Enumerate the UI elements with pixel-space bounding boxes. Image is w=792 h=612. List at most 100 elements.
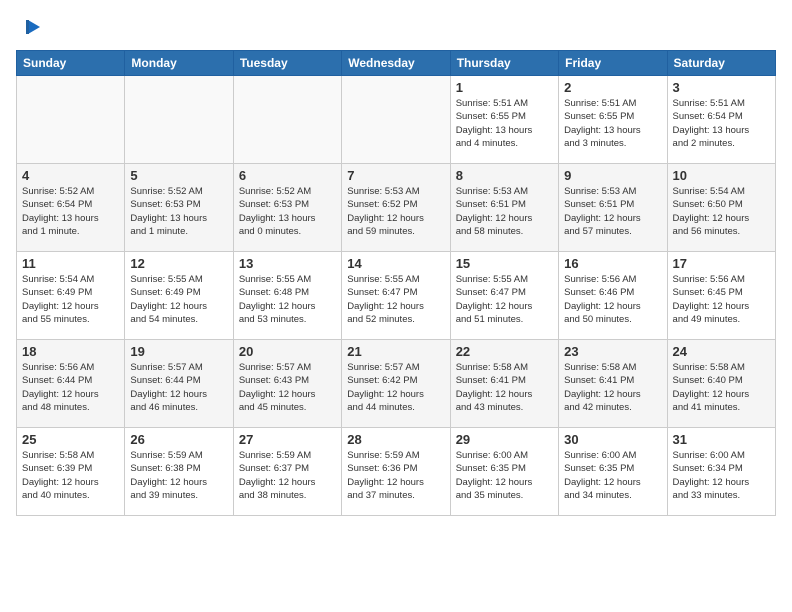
calendar-cell: 12 Sunrise: 5:55 AM Sunset: 6:49 PM Dayli…	[125, 252, 233, 340]
day-info: Sunrise: 5:56 AM Sunset: 6:45 PM Dayligh…	[673, 273, 770, 326]
day-number: 24	[673, 344, 770, 359]
calendar-cell: 19 Sunrise: 5:57 AM Sunset: 6:44 PM Dayli…	[125, 340, 233, 428]
day-number: 3	[673, 80, 770, 95]
day-number: 5	[130, 168, 227, 183]
day-number: 31	[673, 432, 770, 447]
day-number: 18	[22, 344, 119, 359]
day-number: 15	[456, 256, 553, 271]
day-number: 23	[564, 344, 661, 359]
day-info: Sunrise: 5:57 AM Sunset: 6:44 PM Dayligh…	[130, 361, 227, 414]
day-info: Sunrise: 5:51 AM Sunset: 6:55 PM Dayligh…	[564, 97, 661, 150]
calendar-cell	[125, 76, 233, 164]
day-info: Sunrise: 5:51 AM Sunset: 6:54 PM Dayligh…	[673, 97, 770, 150]
calendar-week-row: 11 Sunrise: 5:54 AM Sunset: 6:49 PM Dayli…	[17, 252, 776, 340]
day-header-monday: Monday	[125, 51, 233, 76]
calendar-cell: 30 Sunrise: 6:00 AM Sunset: 6:35 PM Dayli…	[559, 428, 667, 516]
calendar-cell: 4Sunrise: 5:52 AM Sunset: 6:54 PM Daylig…	[17, 164, 125, 252]
day-info: Sunrise: 5:58 AM Sunset: 6:40 PM Dayligh…	[673, 361, 770, 414]
calendar-week-row: 25Sunrise: 5:58 AM Sunset: 6:39 PM Dayli…	[17, 428, 776, 516]
day-info: Sunrise: 5:52 AM Sunset: 6:53 PM Dayligh…	[239, 185, 336, 238]
day-info: Sunrise: 5:53 AM Sunset: 6:51 PM Dayligh…	[456, 185, 553, 238]
day-number: 8	[456, 168, 553, 183]
day-info: Sunrise: 5:59 AM Sunset: 6:36 PM Dayligh…	[347, 449, 444, 502]
calendar-cell	[342, 76, 450, 164]
calendar-cell: 15 Sunrise: 5:55 AM Sunset: 6:47 PM Dayli…	[450, 252, 558, 340]
page-header	[16, 16, 776, 38]
calendar-cell: 3 Sunrise: 5:51 AM Sunset: 6:54 PM Daylig…	[667, 76, 775, 164]
calendar-cell: 10Sunrise: 5:54 AM Sunset: 6:50 PM Dayli…	[667, 164, 775, 252]
calendar-table: SundayMondayTuesdayWednesdayThursdayFrid…	[16, 50, 776, 516]
day-number: 27	[239, 432, 336, 447]
day-number: 4	[22, 168, 119, 183]
day-info: Sunrise: 5:55 AM Sunset: 6:49 PM Dayligh…	[130, 273, 227, 326]
calendar-cell: 8 Sunrise: 5:53 AM Sunset: 6:51 PM Daylig…	[450, 164, 558, 252]
day-header-friday: Friday	[559, 51, 667, 76]
day-number: 16	[564, 256, 661, 271]
day-number: 19	[130, 344, 227, 359]
day-header-tuesday: Tuesday	[233, 51, 341, 76]
day-info: Sunrise: 5:57 AM Sunset: 6:42 PM Dayligh…	[347, 361, 444, 414]
day-number: 2	[564, 80, 661, 95]
day-info: Sunrise: 5:59 AM Sunset: 6:38 PM Dayligh…	[130, 449, 227, 502]
calendar-cell: 24 Sunrise: 5:58 AM Sunset: 6:40 PM Dayli…	[667, 340, 775, 428]
day-number: 10	[673, 168, 770, 183]
calendar-cell: 2 Sunrise: 5:51 AM Sunset: 6:55 PM Daylig…	[559, 76, 667, 164]
day-info: Sunrise: 5:56 AM Sunset: 6:46 PM Dayligh…	[564, 273, 661, 326]
day-number: 12	[130, 256, 227, 271]
calendar-cell: 11 Sunrise: 5:54 AM Sunset: 6:49 PM Dayli…	[17, 252, 125, 340]
calendar-cell: 25Sunrise: 5:58 AM Sunset: 6:39 PM Dayli…	[17, 428, 125, 516]
day-info: Sunrise: 6:00 AM Sunset: 6:35 PM Dayligh…	[456, 449, 553, 502]
day-number: 26	[130, 432, 227, 447]
calendar-cell	[233, 76, 341, 164]
day-header-saturday: Saturday	[667, 51, 775, 76]
day-info: Sunrise: 5:52 AM Sunset: 6:53 PM Dayligh…	[130, 185, 227, 238]
calendar-cell: 23 Sunrise: 5:58 AM Sunset: 6:41 PM Dayli…	[559, 340, 667, 428]
calendar-cell: 27 Sunrise: 5:59 AM Sunset: 6:37 PM Dayli…	[233, 428, 341, 516]
calendar-cell	[17, 76, 125, 164]
calendar-week-row: 1 Sunrise: 5:51 AM Sunset: 6:55 PM Daylig…	[17, 76, 776, 164]
calendar-cell: 1 Sunrise: 5:51 AM Sunset: 6:55 PM Daylig…	[450, 76, 558, 164]
day-number: 30	[564, 432, 661, 447]
calendar-cell: 13Sunrise: 5:55 AM Sunset: 6:48 PM Dayli…	[233, 252, 341, 340]
calendar-cell: 18 Sunrise: 5:56 AM Sunset: 6:44 PM Dayli…	[17, 340, 125, 428]
logo	[16, 16, 42, 38]
calendar-header-row: SundayMondayTuesdayWednesdayThursdayFrid…	[17, 51, 776, 76]
calendar-cell: 17 Sunrise: 5:56 AM Sunset: 6:45 PM Dayli…	[667, 252, 775, 340]
day-info: Sunrise: 5:59 AM Sunset: 6:37 PM Dayligh…	[239, 449, 336, 502]
day-info: Sunrise: 5:55 AM Sunset: 6:47 PM Dayligh…	[456, 273, 553, 326]
day-info: Sunrise: 5:56 AM Sunset: 6:44 PM Dayligh…	[22, 361, 119, 414]
calendar-cell: 16 Sunrise: 5:56 AM Sunset: 6:46 PM Dayli…	[559, 252, 667, 340]
day-info: Sunrise: 5:58 AM Sunset: 6:39 PM Dayligh…	[22, 449, 119, 502]
calendar-cell: 5 Sunrise: 5:52 AM Sunset: 6:53 PM Daylig…	[125, 164, 233, 252]
day-info: Sunrise: 5:58 AM Sunset: 6:41 PM Dayligh…	[456, 361, 553, 414]
calendar-week-row: 4Sunrise: 5:52 AM Sunset: 6:54 PM Daylig…	[17, 164, 776, 252]
day-header-thursday: Thursday	[450, 51, 558, 76]
calendar-week-row: 18 Sunrise: 5:56 AM Sunset: 6:44 PM Dayli…	[17, 340, 776, 428]
day-number: 7	[347, 168, 444, 183]
day-number: 14	[347, 256, 444, 271]
day-number: 22	[456, 344, 553, 359]
calendar-cell: 31 Sunrise: 6:00 AM Sunset: 6:34 PM Dayli…	[667, 428, 775, 516]
day-number: 11	[22, 256, 119, 271]
calendar-cell: 7 Sunrise: 5:53 AM Sunset: 6:52 PM Daylig…	[342, 164, 450, 252]
calendar-cell: 14 Sunrise: 5:55 AM Sunset: 6:47 PM Dayli…	[342, 252, 450, 340]
calendar-cell: 26 Sunrise: 5:59 AM Sunset: 6:38 PM Dayli…	[125, 428, 233, 516]
day-info: Sunrise: 5:55 AM Sunset: 6:48 PM Dayligh…	[239, 273, 336, 326]
calendar-cell: 21Sunrise: 5:57 AM Sunset: 6:42 PM Dayli…	[342, 340, 450, 428]
day-number: 1	[456, 80, 553, 95]
day-info: Sunrise: 5:54 AM Sunset: 6:49 PM Dayligh…	[22, 273, 119, 326]
day-info: Sunrise: 5:53 AM Sunset: 6:52 PM Dayligh…	[347, 185, 444, 238]
day-number: 20	[239, 344, 336, 359]
day-number: 17	[673, 256, 770, 271]
day-info: Sunrise: 6:00 AM Sunset: 6:34 PM Dayligh…	[673, 449, 770, 502]
day-info: Sunrise: 5:55 AM Sunset: 6:47 PM Dayligh…	[347, 273, 444, 326]
day-info: Sunrise: 5:51 AM Sunset: 6:55 PM Dayligh…	[456, 97, 553, 150]
day-info: Sunrise: 5:53 AM Sunset: 6:51 PM Dayligh…	[564, 185, 661, 238]
day-info: Sunrise: 6:00 AM Sunset: 6:35 PM Dayligh…	[564, 449, 661, 502]
day-number: 9	[564, 168, 661, 183]
logo-icon	[20, 16, 42, 38]
day-header-wednesday: Wednesday	[342, 51, 450, 76]
day-header-sunday: Sunday	[17, 51, 125, 76]
day-info: Sunrise: 5:58 AM Sunset: 6:41 PM Dayligh…	[564, 361, 661, 414]
calendar-cell: 28Sunrise: 5:59 AM Sunset: 6:36 PM Dayli…	[342, 428, 450, 516]
